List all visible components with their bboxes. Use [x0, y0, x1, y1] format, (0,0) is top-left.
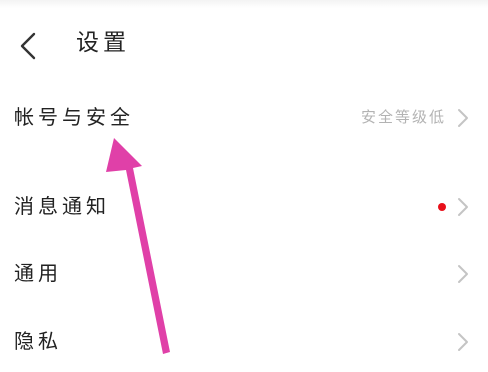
settings-item-general[interactable]: 通用	[0, 246, 488, 302]
security-level-text: 安全等级低	[360, 108, 446, 126]
settings-item-label: 通用	[14, 261, 62, 285]
settings-page: 设置 帐号与安全 安全等级低 消息通知 通用 隐私	[0, 0, 488, 372]
chevron-left-icon	[20, 32, 36, 60]
settings-item-account-security[interactable]: 帐号与安全 安全等级低	[0, 90, 488, 146]
settings-item-label: 帐号与安全	[14, 105, 134, 129]
settings-item-label: 消息通知	[14, 194, 110, 218]
settings-item-privacy[interactable]: 隐私	[0, 314, 488, 370]
status-bar-edge	[0, 0, 488, 8]
header: 设置	[0, 14, 488, 74]
unread-dot-icon	[438, 203, 446, 211]
chevron-right-icon	[456, 107, 470, 129]
settings-item-notifications[interactable]: 消息通知	[0, 179, 488, 235]
chevron-right-icon	[456, 196, 470, 218]
settings-item-label: 隐私	[14, 329, 62, 353]
page-title: 设置	[76, 30, 130, 56]
chevron-right-icon	[456, 263, 470, 285]
chevron-right-icon	[456, 331, 470, 353]
back-button[interactable]	[10, 22, 50, 66]
